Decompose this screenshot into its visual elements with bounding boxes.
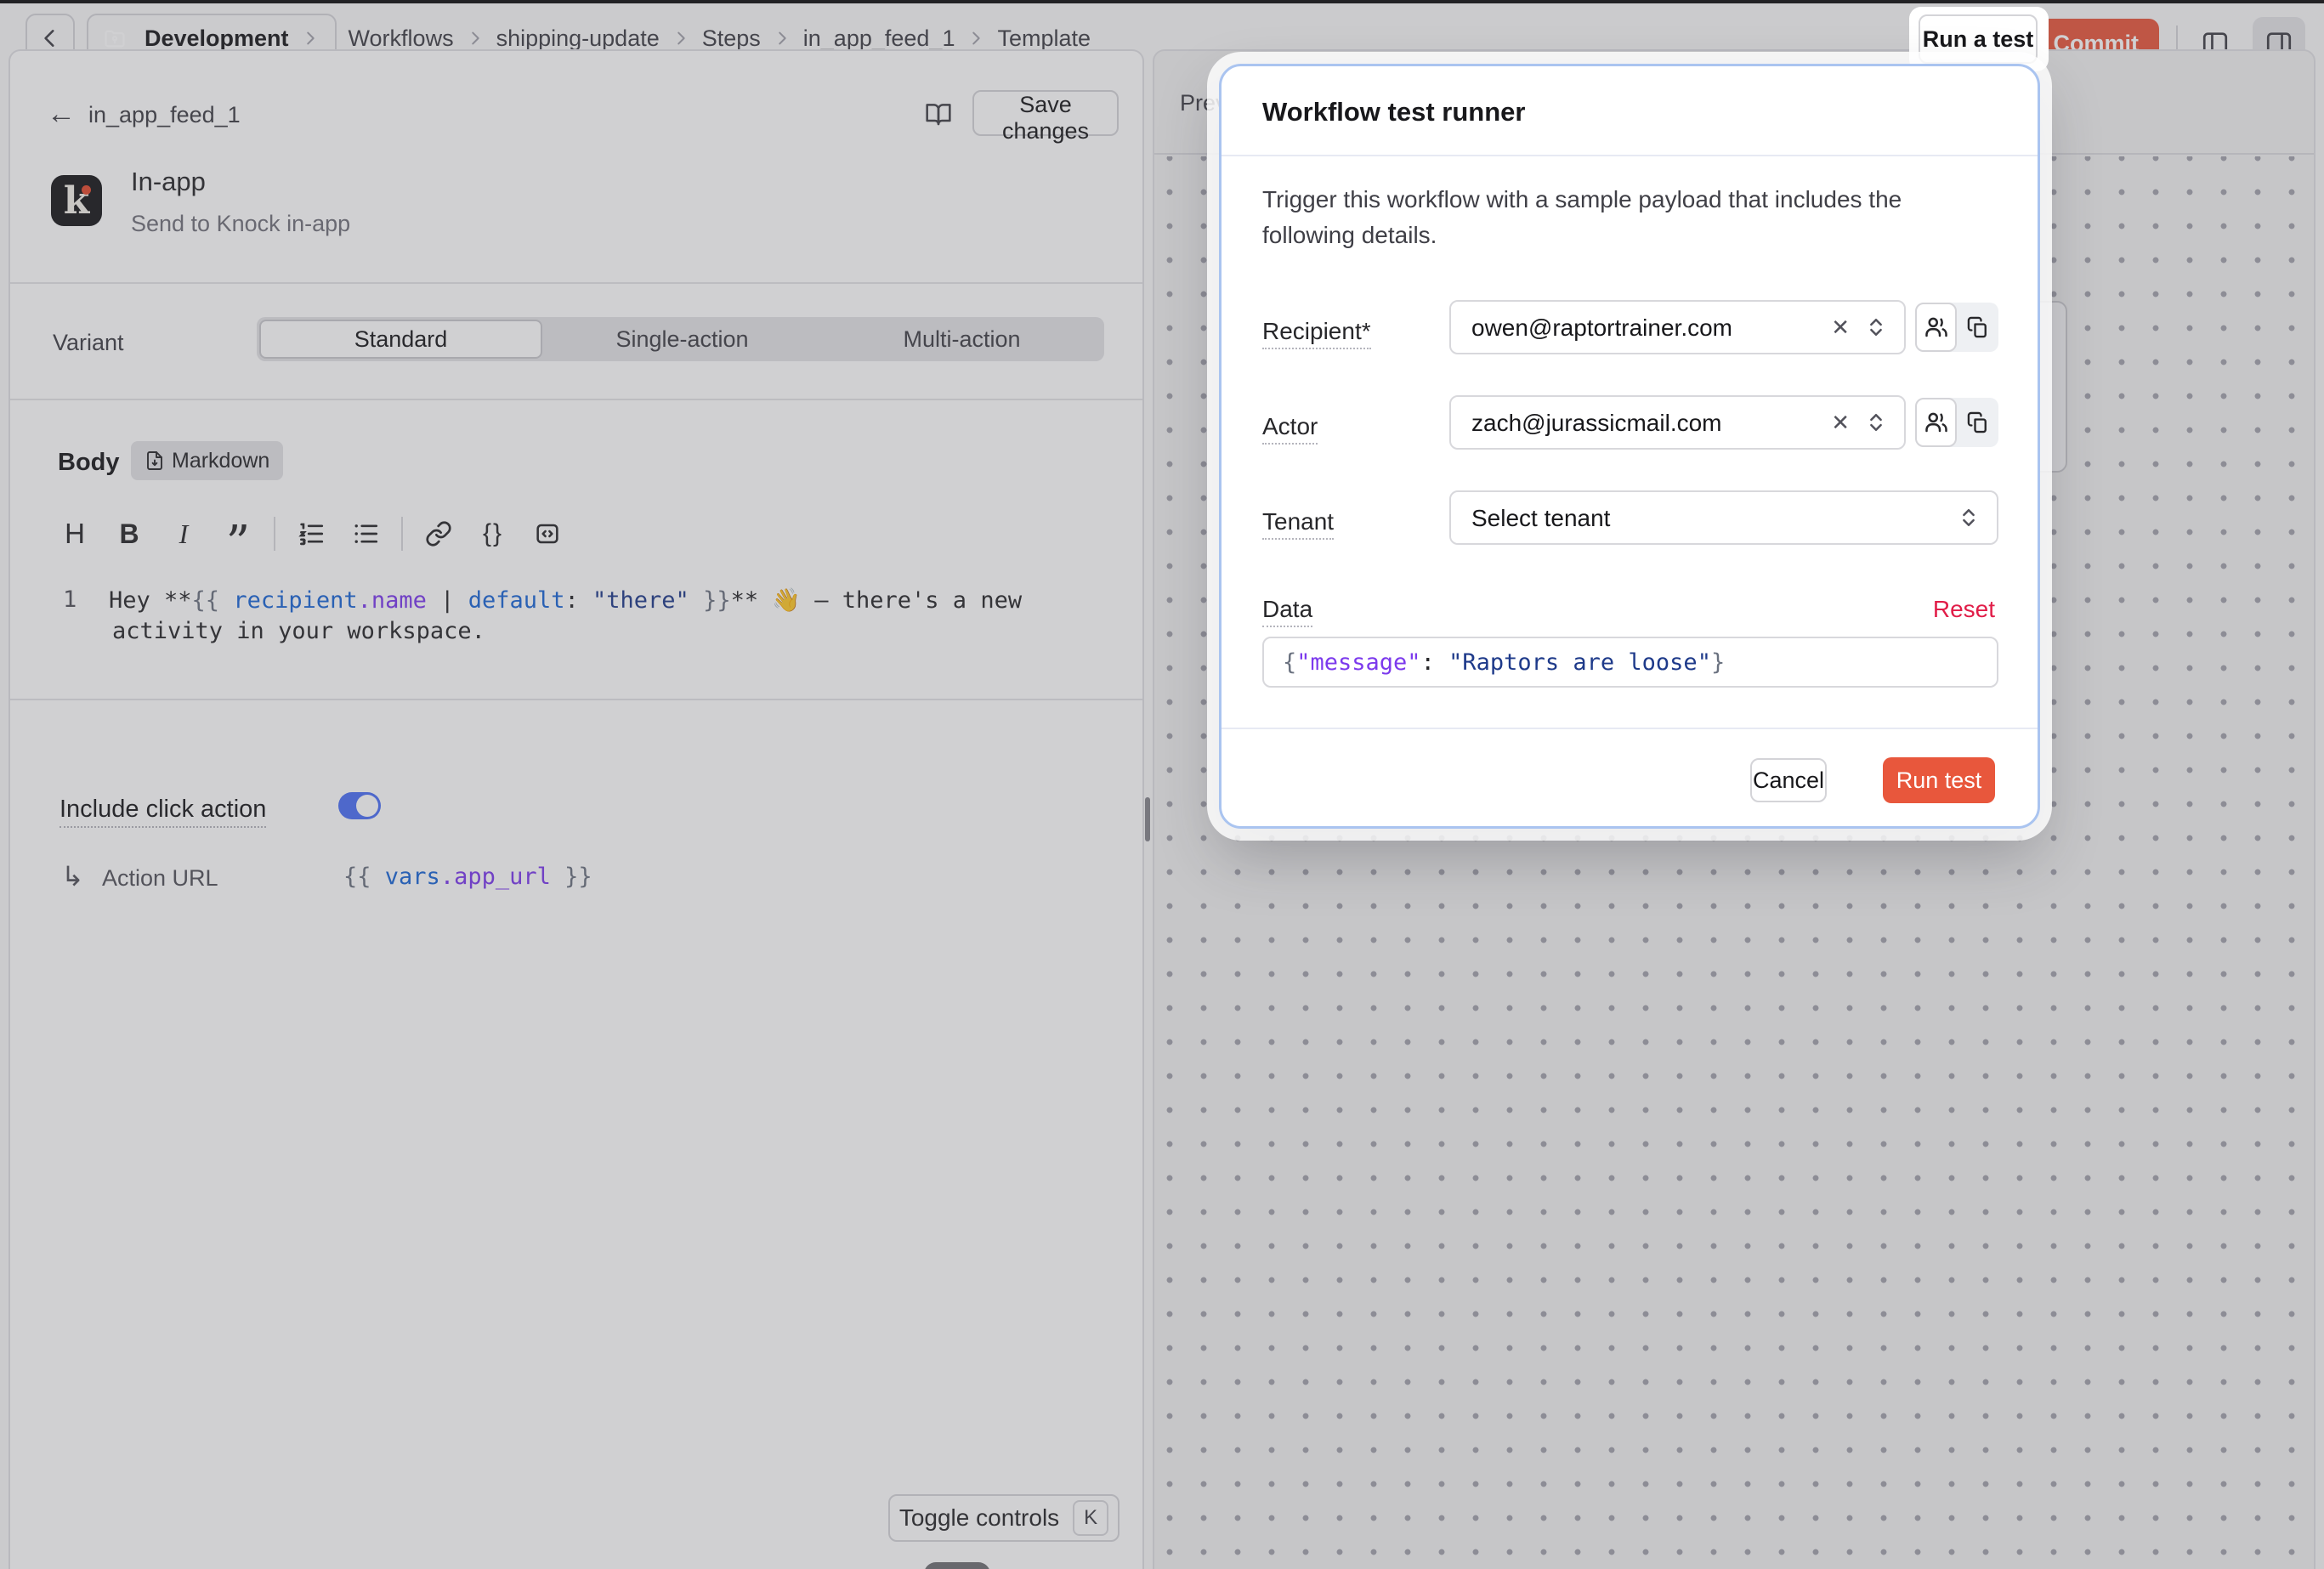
users-icon [1924, 410, 1949, 435]
run-a-test-button[interactable]: Run a test [1919, 14, 2038, 64]
chevron-up-down-icon [1863, 314, 1889, 341]
recipient-value: owen@raptortrainer.com [1471, 314, 1732, 342]
workflow-test-runner-modal: Workflow test runner Trigger this workfl… [1219, 64, 2040, 829]
clear-actor-button[interactable]: ✕ [1831, 410, 1850, 436]
recipient-tools [1915, 303, 1998, 352]
select-user-button[interactable] [1915, 303, 1957, 352]
close-icon: ✕ [1831, 314, 1850, 340]
actor-tools [1915, 398, 1998, 447]
data-json-value: {"message": "Raptors are loose"} [1283, 649, 1725, 676]
run-test-button[interactable]: Run test [1883, 757, 1995, 803]
close-icon: ✕ [1831, 410, 1850, 435]
copy-recipient-button[interactable] [1957, 303, 1998, 352]
modal-footer: Cancel Run test [1222, 728, 2038, 831]
modal-title: Workflow test runner [1262, 97, 1525, 127]
app-root: Development Workflows shipping-update St… [0, 0, 2324, 1569]
tenant-label: Tenant [1262, 508, 1334, 535]
data-json-input[interactable]: {"message": "Raptors are loose"} [1262, 637, 1998, 688]
tenant-select[interactable]: Select tenant [1449, 490, 1998, 545]
copy-actor-button[interactable] [1957, 398, 1998, 447]
clear-recipient-button[interactable]: ✕ [1831, 314, 1850, 341]
reset-data-button[interactable]: Reset [1933, 596, 1995, 623]
modal-description: Trigger this workflow with a sample payl… [1262, 182, 1951, 253]
actor-label: Actor [1262, 413, 1318, 440]
chevron-up-down-icon [1956, 504, 1981, 531]
recipient-input[interactable]: owen@raptortrainer.com ✕ [1449, 300, 1906, 354]
cancel-button[interactable]: Cancel [1750, 758, 1827, 802]
copy-icon [1966, 411, 1990, 434]
tenant-placeholder: Select tenant [1471, 505, 1610, 532]
select-actor-button[interactable] [1915, 398, 1957, 447]
users-icon [1924, 314, 1949, 340]
copy-icon [1966, 315, 1990, 339]
data-label: Data [1262, 596, 1312, 623]
run-a-test-spotlight: Run a test [1909, 7, 2049, 71]
modal-header: Workflow test runner [1222, 66, 2038, 156]
chevron-up-down-icon [1863, 409, 1889, 436]
actor-value: zach@jurassicmail.com [1471, 410, 1722, 437]
actor-input[interactable]: zach@jurassicmail.com ✕ [1449, 395, 1906, 450]
recipient-label: Recipient* [1262, 318, 1371, 345]
